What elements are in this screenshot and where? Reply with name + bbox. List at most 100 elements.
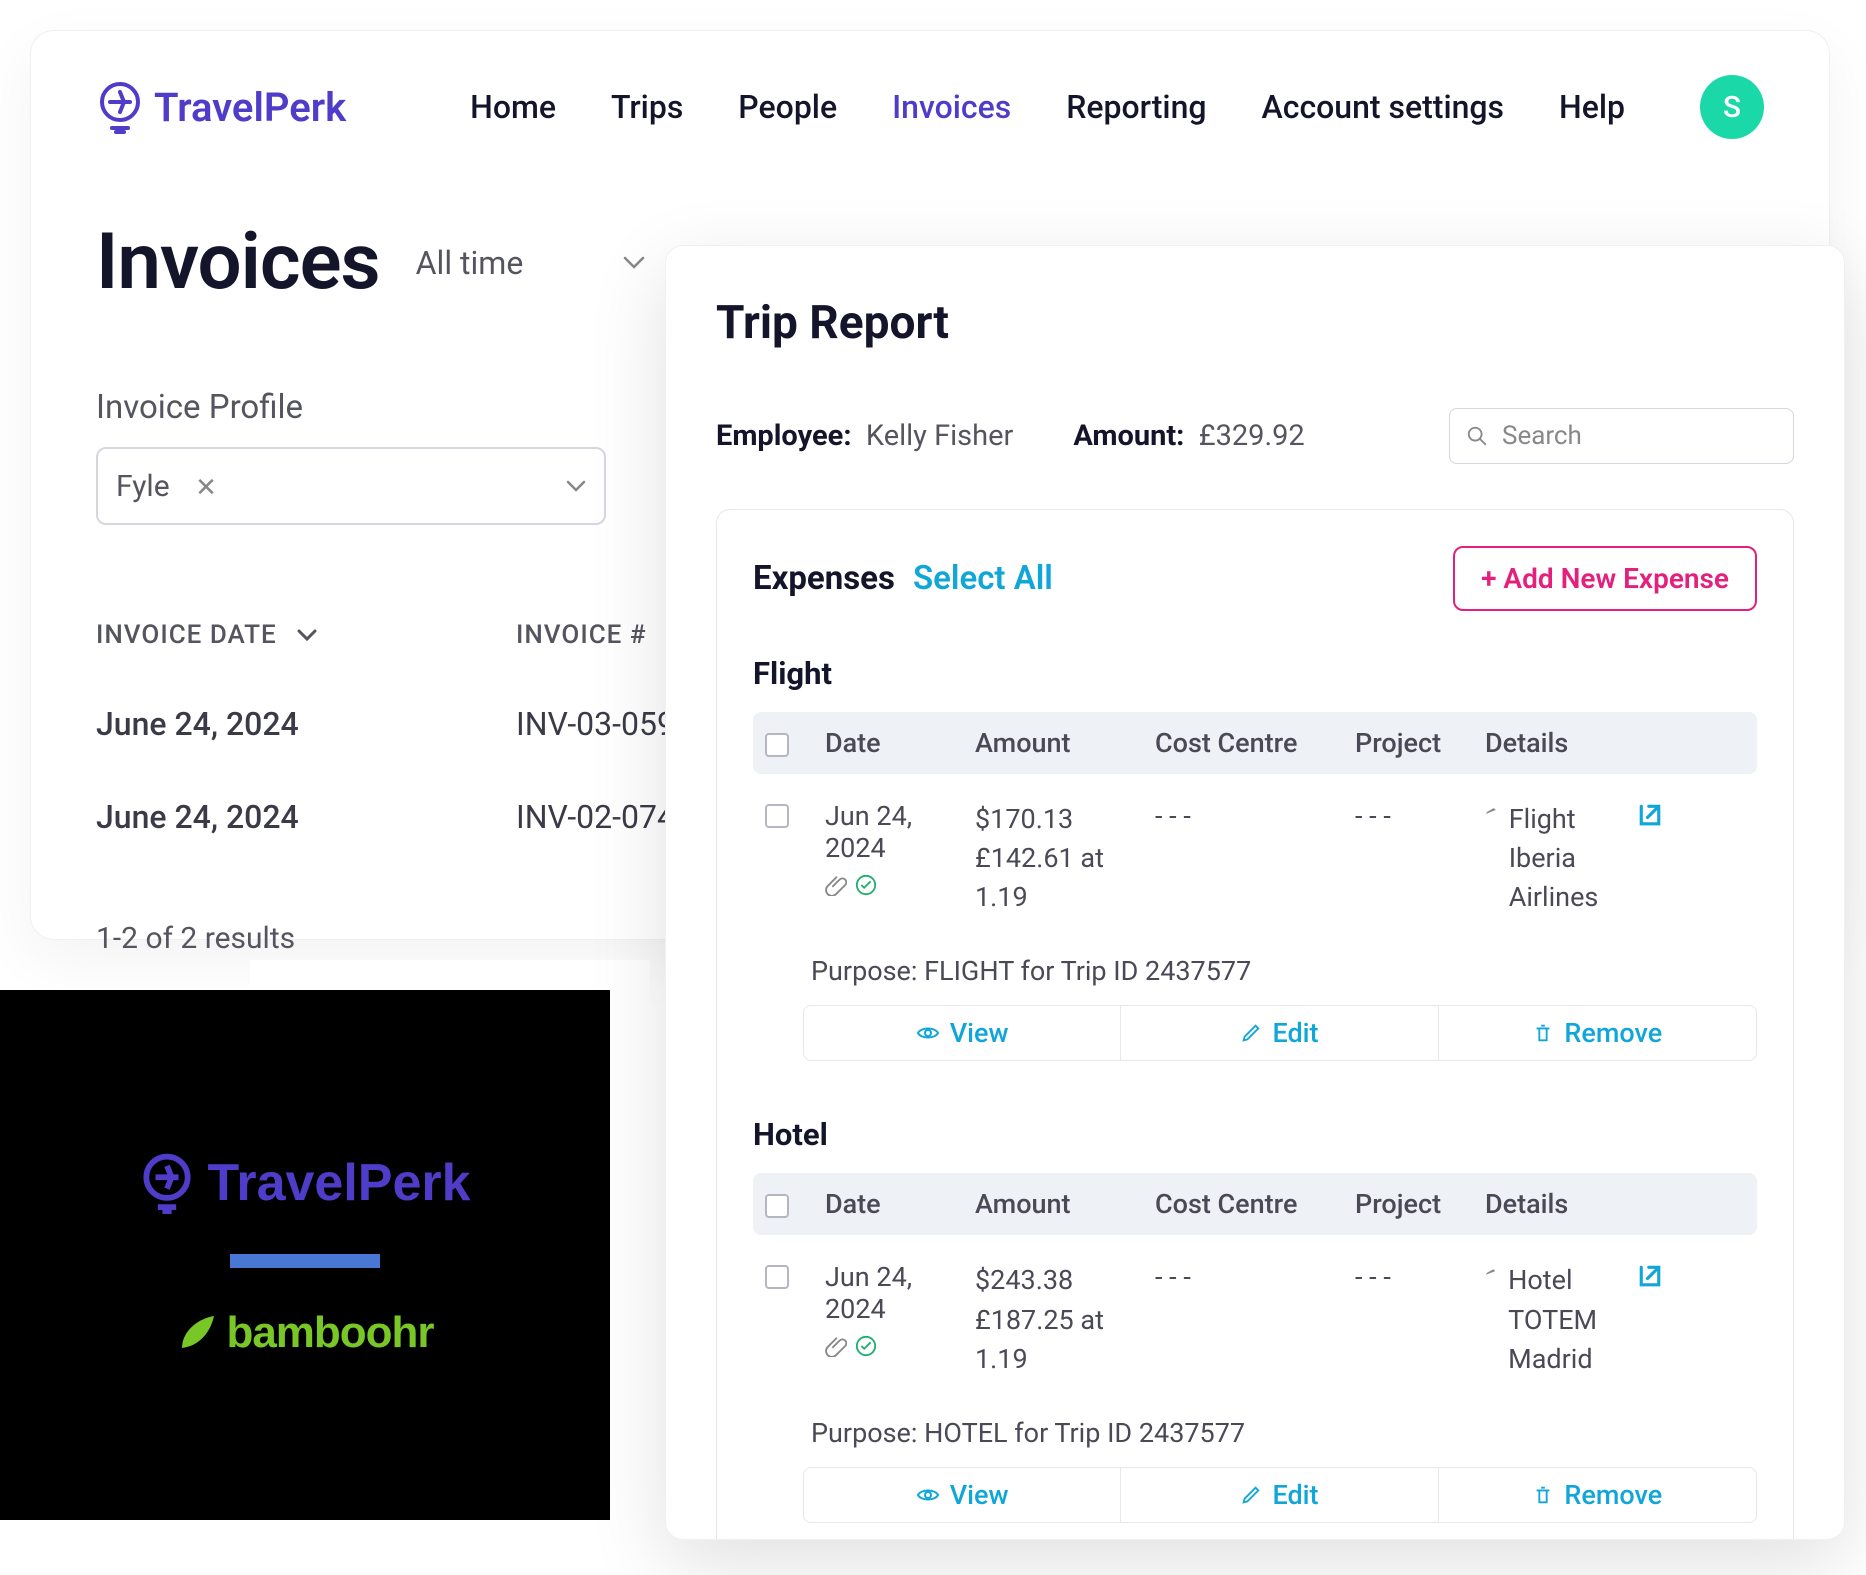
expense-purpose: Purpose: HOTEL for Trip ID 2437577 <box>811 1417 1757 1449</box>
expense-purpose: Purpose: FLIGHT for Trip ID 2437577 <box>811 955 1757 987</box>
eye-icon <box>916 1021 940 1045</box>
nav-help[interactable]: Help <box>1559 88 1625 126</box>
trip-report-window: Trip Report Employee: Kelly Fisher Amoun… <box>665 245 1845 1540</box>
col-amount: Amount <box>975 1188 1155 1220</box>
cell-date: June 24, 2024 <box>96 705 346 743</box>
travelperk-icon <box>139 1152 195 1214</box>
open-external-icon[interactable] <box>1635 1261 1695 1291</box>
col-invoice-date[interactable]: INVOICE DATE <box>96 620 277 650</box>
expenses-label: Expenses <box>753 559 895 598</box>
search-icon <box>1466 425 1488 447</box>
col-project: Project <box>1355 727 1485 759</box>
partner-travelperk-text: TravelPerk <box>207 1153 470 1213</box>
employee-name: Kelly Fisher <box>866 419 1013 453</box>
travelperk-icon <box>96 80 144 134</box>
edit-button[interactable]: Edit <box>1121 1468 1438 1522</box>
eye-icon <box>916 1483 940 1507</box>
chevron-down-icon <box>623 256 645 270</box>
expense-amount-sub: £187.25 at 1.19 <box>975 1301 1155 1379</box>
select-all-link[interactable]: Select All <box>913 559 1053 598</box>
employee-label: Employee: <box>716 419 851 453</box>
chevron-down-icon <box>297 629 317 641</box>
nav-trips[interactable]: Trips <box>611 88 683 126</box>
expense-amount: $243.38 <box>975 1261 1155 1300</box>
hotel-heading: Hotel <box>753 1116 1757 1153</box>
profile-chip: Fyle <box>116 469 170 504</box>
remove-button[interactable]: Remove <box>1439 1006 1756 1060</box>
expense-row: Jun 24, 2024 $243.38 £187.25 at 1.19 - -… <box>753 1235 1757 1388</box>
brand-logo: TravelPerk <box>96 80 346 134</box>
expense-details: Flight Iberia Airlines <box>1509 800 1635 917</box>
open-external-icon[interactable] <box>1635 800 1695 830</box>
col-amount: Amount <box>975 727 1155 759</box>
nav-reporting[interactable]: Reporting <box>1066 88 1206 126</box>
expense-date: Jun 24, 2024 <box>825 1261 975 1325</box>
chip-remove-icon[interactable]: ✕ <box>195 473 217 503</box>
view-button[interactable]: View <box>804 1468 1121 1522</box>
bamboo-leaf-icon <box>176 1312 218 1354</box>
search-placeholder: Search <box>1502 421 1582 451</box>
nav-home[interactable]: Home <box>470 88 556 126</box>
row-checkbox[interactable] <box>765 804 789 828</box>
verified-icon <box>855 1335 877 1357</box>
col-details: Details <box>1485 1188 1635 1220</box>
amount-value: £329.92 <box>1199 419 1305 453</box>
cell-date: June 24, 2024 <box>96 798 346 836</box>
brand-name: TravelPerk <box>154 84 346 131</box>
expense-amount-sub: £142.61 at 1.19 <box>975 839 1155 917</box>
time-filter-label: All time <box>416 244 524 282</box>
invoice-profile-select[interactable]: Fyle ✕ <box>96 447 606 525</box>
partner-bamboo-text: bamboohr <box>226 1308 433 1358</box>
hotel-table-header: Date Amount Cost Centre Project Details <box>753 1173 1757 1235</box>
flight-table-header: Date Amount Cost Centre Project Details <box>753 712 1757 774</box>
search-input[interactable]: Search <box>1449 408 1794 464</box>
page-title: Invoices <box>96 217 380 308</box>
nav-account-settings[interactable]: Account settings <box>1262 88 1505 126</box>
expense-project: - - - <box>1355 800 1485 832</box>
report-title: Trip Report <box>716 296 1794 350</box>
nav-invoices[interactable]: Invoices <box>892 88 1011 126</box>
amount-label: Amount: <box>1073 419 1184 453</box>
col-date: Date <box>825 727 975 759</box>
row-checkbox[interactable] <box>765 1265 789 1289</box>
add-expense-button[interactable]: + Add New Expense <box>1453 546 1757 611</box>
col-date: Date <box>825 1188 975 1220</box>
attachment-icon <box>825 1335 847 1357</box>
verified-icon <box>855 874 877 896</box>
expense-project: - - - <box>1355 1261 1485 1293</box>
expense-cost-centre: - - - <box>1155 800 1355 832</box>
plane-icon <box>1485 800 1497 822</box>
nav-people[interactable]: People <box>738 88 837 126</box>
chevron-down-icon <box>566 480 586 492</box>
divider <box>230 1254 380 1268</box>
pencil-icon <box>1240 1022 1262 1044</box>
partners-panel: TravelPerk bamboohr <box>0 990 610 1520</box>
expense-details: Hotel TOTEM Madrid <box>1508 1261 1635 1378</box>
app-header: TravelPerk Home Trips People Invoices Re… <box>96 67 1764 147</box>
edit-button[interactable]: Edit <box>1121 1006 1438 1060</box>
trash-icon <box>1532 1022 1554 1044</box>
col-cost-centre: Cost Centre <box>1155 1188 1355 1220</box>
view-button[interactable]: View <box>804 1006 1121 1060</box>
plane-icon <box>1485 1261 1496 1283</box>
expenses-panel: Expenses Select All + Add New Expense Fl… <box>716 509 1794 1540</box>
remove-button[interactable]: Remove <box>1439 1468 1756 1522</box>
row-actions: View Edit Remove <box>803 1005 1757 1061</box>
time-filter-dropdown[interactable]: All time <box>416 244 646 282</box>
expense-date: Jun 24, 2024 <box>825 800 975 864</box>
flight-heading: Flight <box>753 655 1757 692</box>
main-nav: Home Trips People Invoices Reporting Acc… <box>470 75 1764 139</box>
expense-cost-centre: - - - <box>1155 1261 1355 1293</box>
expense-amount: $170.13 <box>975 800 1155 839</box>
avatar[interactable]: S <box>1700 75 1764 139</box>
select-all-checkbox[interactable] <box>765 1194 789 1218</box>
trash-icon <box>1532 1484 1554 1506</box>
select-all-checkbox[interactable] <box>765 733 789 757</box>
report-meta: Employee: Kelly Fisher Amount: £329.92 S… <box>716 408 1794 464</box>
row-actions: View Edit Remove <box>803 1467 1757 1523</box>
attachment-icon <box>825 874 847 896</box>
col-details: Details <box>1485 727 1635 759</box>
col-cost-centre: Cost Centre <box>1155 727 1355 759</box>
bamboohr-partner-logo: bamboohr <box>176 1308 433 1358</box>
expense-row: Jun 24, 2024 $170.13 £142.61 at 1.19 - -… <box>753 774 1757 927</box>
